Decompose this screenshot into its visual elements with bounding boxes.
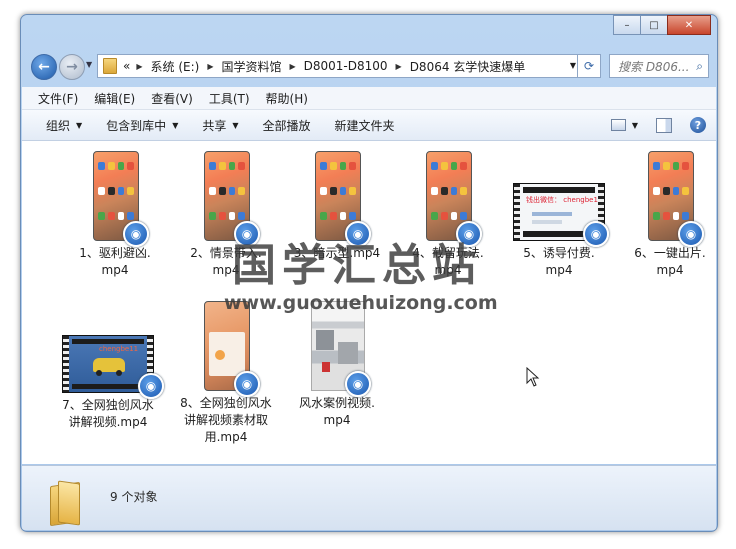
breadcrumb-library[interactable]: 国学资料馆 <box>221 58 281 75</box>
file-item[interactable]: ◉ 8、全网独创风水 讲解视频素材取 用.mp4 <box>164 301 288 446</box>
preview-pane-icon[interactable] <box>656 117 672 133</box>
breadcrumb: « ▶ 系统 (E:) ▶ 国学资料馆 ▶ D8001-D8100 ▶ D806… <box>123 58 525 75</box>
watermark-url: www.guoxuehuizong.com <box>224 292 498 314</box>
media-player-icon: ◉ <box>123 221 149 247</box>
breadcrumb-overflow[interactable]: « <box>123 59 130 73</box>
mouse-cursor-icon <box>526 367 540 387</box>
breadcrumb-drive[interactable]: 系统 (E:) <box>151 58 200 75</box>
maximize-button[interactable]: □ <box>640 15 668 35</box>
search-icon[interactable]: ⌕ <box>696 59 703 74</box>
video-thumbnail: 钱出微信： chengbe11 ◉ <box>513 183 609 247</box>
file-item[interactable]: ◉ 风水案例视频. mp4 <box>282 301 392 429</box>
file-item[interactable]: ◉ 1、驱利避凶. mp4 <box>60 151 170 279</box>
organize-button[interactable]: 组织 ▼ <box>46 117 82 134</box>
view-options-icon[interactable] <box>610 119 626 131</box>
chat-overlay-text: 钱出微信： chengbe11 <box>526 196 603 204</box>
include-library-button[interactable]: 包含到库中 ▼ <box>106 117 178 134</box>
menu-file[interactable]: 文件(F) <box>38 90 78 107</box>
video-thumbnail: ◉ <box>93 151 149 247</box>
forward-button[interactable]: → <box>59 54 85 80</box>
chevron-right-icon[interactable]: ▶ <box>136 62 142 71</box>
address-bar[interactable]: « ▶ 系统 (E:) ▶ 国学资料馆 ▶ D8001-D8100 ▶ D806… <box>97 54 601 78</box>
close-button[interactable]: ✕ <box>667 15 711 35</box>
media-player-icon: ◉ <box>678 221 704 247</box>
chevron-down-icon: ▼ <box>172 120 179 130</box>
file-item[interactable]: ◉ 6、一键出片. mp4 <box>615 151 717 279</box>
breadcrumb-range[interactable]: D8001-D8100 <box>304 59 388 73</box>
file-name: 风水案例视频. mp4 <box>299 396 375 427</box>
file-item[interactable]: 钱出微信： chengbe11 ◉ 5、诱导付费. mp4 <box>504 183 614 279</box>
file-name: 7、全网独创风水 讲解视频.mp4 <box>62 398 154 429</box>
address-row: ← → ▼ « ▶ 系统 (E:) ▶ 国学资料馆 ▶ D8001-D8100 … <box>29 52 711 82</box>
chevron-right-icon[interactable]: ▶ <box>396 62 402 71</box>
chevron-down-icon[interactable]: ▼ <box>632 121 638 130</box>
new-folder-button[interactable]: 新建文件夹 <box>335 117 395 134</box>
play-all-button[interactable]: 全部播放 <box>263 117 311 134</box>
chevron-right-icon[interactable]: ▶ <box>289 62 295 71</box>
file-name: 1、驱利避凶. mp4 <box>79 246 151 277</box>
menu-help[interactable]: 帮助(H) <box>266 90 308 107</box>
details-pane: 9 个对象 <box>22 465 716 530</box>
folder-icon <box>50 480 80 527</box>
file-item[interactable]: chengbe11 ◉ 7、全网独创风水 讲解视频.mp4 <box>46 335 170 431</box>
chevron-down-icon: ▼ <box>76 120 83 130</box>
watermark-cn: 国学汇总站 <box>232 240 482 291</box>
menu-bar: 文件(F) 编辑(E) 查看(V) 工具(T) 帮助(H) <box>22 87 716 110</box>
chevron-right-icon[interactable]: ▶ <box>207 62 213 71</box>
file-name: 5、诱导付费. mp4 <box>523 246 595 277</box>
organize-label: 组织 <box>46 118 71 133</box>
video-thumbnail: ◉ <box>426 151 482 247</box>
help-icon[interactable]: ? <box>690 117 706 133</box>
file-name: 6、一键出片. mp4 <box>634 246 706 277</box>
menu-tools[interactable]: 工具(T) <box>209 90 250 107</box>
search-placeholder: 搜索 D806... <box>618 59 690 74</box>
video-thumbnail: ◉ <box>311 301 371 397</box>
item-count: 9 个对象 <box>110 490 158 504</box>
breadcrumb-current[interactable]: D8064 玄学快速爆单 <box>410 58 526 75</box>
address-dropdown-icon[interactable]: ▼ <box>570 61 576 70</box>
folder-icon <box>103 58 117 74</box>
video-thumbnail: ◉ <box>648 151 704 247</box>
desktop-overlay-text: chengbe11 <box>99 345 139 353</box>
command-bar: 组织 ▼ 包含到库中 ▼ 共享 ▼ 全部播放 新建文件夹 ▼ ? <box>22 110 716 141</box>
share-button[interactable]: 共享 ▼ <box>202 117 238 134</box>
media-player-icon: ◉ <box>583 221 609 247</box>
chevron-down-icon: ▼ <box>232 120 239 130</box>
video-thumbnail: chengbe11 ◉ <box>62 335 164 399</box>
share-label: 共享 <box>202 118 227 133</box>
refresh-icon[interactable]: ⟳ <box>577 55 600 77</box>
menu-view[interactable]: 查看(V) <box>151 90 193 107</box>
window-controls: – □ ✕ <box>613 15 711 35</box>
toolbar-right: ▼ ? <box>610 110 716 140</box>
search-input[interactable]: 搜索 D806... ⌕ <box>609 54 709 78</box>
video-thumbnail: ◉ <box>204 151 260 247</box>
recent-pages-dropdown-icon[interactable]: ▼ <box>86 60 92 69</box>
minimize-button[interactable]: – <box>613 15 641 35</box>
back-button[interactable]: ← <box>31 54 57 80</box>
media-player-icon: ◉ <box>234 371 260 397</box>
media-player-icon: ◉ <box>138 373 164 399</box>
video-thumbnail: ◉ <box>315 151 371 247</box>
video-thumbnail: ◉ <box>204 301 260 397</box>
file-name: 8、全网独创风水 讲解视频素材取 用.mp4 <box>180 396 272 444</box>
menu-edit[interactable]: 编辑(E) <box>94 90 135 107</box>
include-library-label: 包含到库中 <box>106 118 167 133</box>
media-player-icon: ◉ <box>345 371 371 397</box>
